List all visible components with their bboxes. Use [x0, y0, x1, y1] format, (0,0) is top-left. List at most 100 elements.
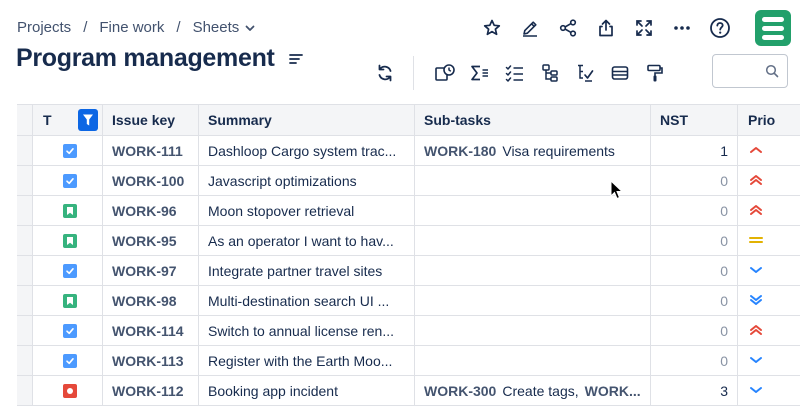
issue-key-cell[interactable]: WORK-96 — [103, 196, 199, 225]
priority-cell[interactable] — [738, 166, 800, 195]
nst-cell[interactable]: 0 — [651, 316, 738, 345]
issue-key-link[interactable]: WORK-97 — [112, 263, 177, 279]
breadcrumb-fine-work[interactable]: Fine work — [99, 19, 164, 36]
issue-type-cell[interactable] — [33, 226, 103, 255]
issue-type-cell[interactable] — [33, 376, 103, 405]
table-row[interactable]: WORK-113 Register with the Earth Moo... 0 — [17, 346, 800, 376]
nst-cell[interactable]: 0 — [651, 286, 738, 315]
summary-cell[interactable]: Register with the Earth Moo... — [199, 346, 415, 375]
sub-tasks-cell[interactable] — [415, 346, 651, 375]
help-icon[interactable] — [702, 12, 738, 44]
issue-key-cell[interactable]: WORK-111 — [103, 136, 199, 165]
issue-key-cell[interactable]: WORK-98 — [103, 286, 199, 315]
summary-cell[interactable]: Integrate partner travel sites — [199, 256, 415, 285]
column-header-nst[interactable]: NST — [651, 105, 738, 135]
priority-cell[interactable] — [738, 256, 800, 285]
priority-cell[interactable] — [738, 286, 800, 315]
issue-key-link[interactable]: WORK-113 — [112, 353, 184, 369]
summary-cell[interactable]: Switch to annual license ren... — [199, 316, 415, 345]
chevron-down-icon[interactable] — [245, 23, 255, 33]
issue-key-link[interactable]: WORK-98 — [112, 293, 177, 309]
hierarchy-check-icon[interactable] — [568, 57, 601, 89]
table-row[interactable]: WORK-112 Booking app incident WORK-300 Crea… — [17, 376, 800, 406]
priority-cell[interactable] — [738, 196, 800, 225]
table-row[interactable]: WORK-114 Switch to annual license ren... 0 — [17, 316, 800, 346]
edit-pencil-icon[interactable] — [512, 12, 548, 44]
column-header-sub-tasks[interactable]: Sub-tasks — [415, 105, 651, 135]
nst-cell[interactable]: 3 — [651, 376, 738, 405]
priority-cell[interactable] — [738, 136, 800, 165]
sub-task-key-link[interactable]: WORK-180 — [424, 143, 496, 159]
column-header-summary[interactable]: Summary — [199, 105, 415, 135]
summary-cell[interactable]: Moon stopover retrieval — [199, 196, 415, 225]
row-gutter[interactable] — [17, 286, 33, 315]
priority-cell[interactable] — [738, 226, 800, 255]
sub-tasks-cell[interactable] — [415, 286, 651, 315]
table-row[interactable]: WORK-100 Javascript optimizations 0 — [17, 166, 800, 196]
search-input[interactable] — [712, 54, 788, 88]
nst-cell[interactable]: 0 — [651, 256, 738, 285]
export-icon[interactable] — [588, 12, 624, 44]
row-gutter[interactable] — [17, 226, 33, 255]
summary-cell[interactable]: As an operator I want to hav... — [199, 226, 415, 255]
issue-key-cell[interactable]: WORK-95 — [103, 226, 199, 255]
app-logo[interactable] — [755, 10, 791, 46]
summary-cell[interactable]: Dashloop Cargo system trac... — [199, 136, 415, 165]
priority-cell[interactable] — [738, 346, 800, 375]
title-menu-icon[interactable] — [288, 53, 303, 65]
issue-key-link[interactable]: WORK-100 — [112, 173, 184, 189]
issue-key-link[interactable]: WORK-114 — [112, 323, 184, 339]
nst-cell[interactable]: 0 — [651, 346, 738, 375]
issue-key-link[interactable]: WORK-95 — [112, 233, 177, 249]
issue-key-link[interactable]: WORK-111 — [112, 143, 183, 159]
row-gutter[interactable] — [17, 196, 33, 225]
issue-key-link[interactable]: WORK-96 — [112, 203, 177, 219]
refresh-icon[interactable] — [368, 57, 401, 89]
checklist-icon[interactable] — [498, 57, 531, 89]
issue-key-cell[interactable]: WORK-112 — [103, 376, 199, 405]
issue-type-cell[interactable] — [33, 346, 103, 375]
summary-cell[interactable]: Booking app incident — [199, 376, 415, 405]
sub-tasks-cell[interactable]: WORK-180 Visa requirements — [415, 136, 651, 165]
table-row[interactable]: WORK-96 Moon stopover retrieval 0 — [17, 196, 800, 226]
table-row[interactable]: WORK-95 As an operator I want to hav... 0 — [17, 226, 800, 256]
issue-type-cell[interactable] — [33, 286, 103, 315]
issue-type-cell[interactable] — [33, 316, 103, 345]
sub-task-key-link[interactable]: WORK-300 — [424, 383, 496, 399]
sub-task-key-link[interactable]: WORK... — [585, 383, 641, 399]
hierarchy-icon[interactable] — [533, 57, 566, 89]
nst-cell[interactable]: 1 — [651, 136, 738, 165]
nst-cell[interactable]: 0 — [651, 226, 738, 255]
column-header-priority[interactable]: Prio — [738, 105, 800, 135]
issue-key-cell[interactable]: WORK-100 — [103, 166, 199, 195]
issue-type-cell[interactable] — [33, 196, 103, 225]
column-header-type[interactable]: T — [33, 105, 103, 135]
summary-cell[interactable]: Multi-destination search UI ... — [199, 286, 415, 315]
paint-roller-icon[interactable] — [638, 57, 671, 89]
nst-cell[interactable]: 0 — [651, 196, 738, 225]
summary-cell[interactable]: Javascript optimizations — [199, 166, 415, 195]
table-row[interactable]: WORK-98 Multi-destination search UI ... 0 — [17, 286, 800, 316]
share-icon[interactable] — [550, 12, 586, 44]
star-icon[interactable] — [474, 12, 510, 44]
issue-key-link[interactable]: WORK-112 — [112, 383, 184, 399]
row-gutter[interactable] — [17, 346, 33, 375]
issue-type-cell[interactable] — [33, 166, 103, 195]
priority-cell[interactable] — [738, 376, 800, 405]
issue-key-cell[interactable]: WORK-113 — [103, 346, 199, 375]
card-icon[interactable] — [603, 57, 636, 89]
row-gutter[interactable] — [17, 256, 33, 285]
filter-icon[interactable] — [78, 109, 98, 131]
table-row[interactable]: WORK-111 Dashloop Cargo system trac... WOR… — [17, 136, 800, 166]
sub-tasks-cell[interactable]: WORK-300 Create tags, WORK... — [415, 376, 651, 405]
issue-key-cell[interactable]: WORK-97 — [103, 256, 199, 285]
row-gutter[interactable] — [17, 316, 33, 345]
priority-cell[interactable] — [738, 316, 800, 345]
row-gutter[interactable] — [17, 376, 33, 405]
issue-key-cell[interactable]: WORK-114 — [103, 316, 199, 345]
table-row[interactable]: WORK-97 Integrate partner travel sites 0 — [17, 256, 800, 286]
nst-cell[interactable]: 0 — [651, 166, 738, 195]
sum-icon[interactable] — [463, 57, 496, 89]
breadcrumb-sheets[interactable]: Sheets — [193, 19, 240, 36]
sub-tasks-cell[interactable] — [415, 256, 651, 285]
